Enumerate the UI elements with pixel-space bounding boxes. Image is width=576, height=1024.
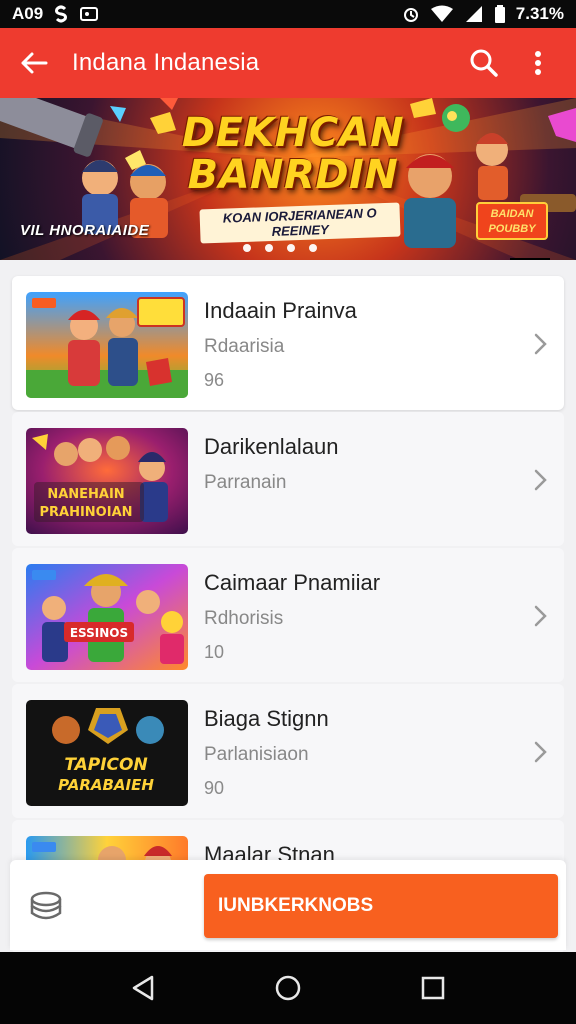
item-subtitle: Rdaarisia [204,336,285,357]
alarm-icon [402,5,420,23]
recents-square-icon[interactable] [413,968,453,1008]
battery-percent: 7.31% [515,4,564,23]
chevron-right-icon [530,468,550,492]
system-nav-bar [0,952,576,1024]
back-triangle-icon[interactable] [123,968,163,1008]
thumb-text-lower: PRAHINOIAN [39,505,132,520]
item-count: 90 [204,778,225,798]
search-icon[interactable] [462,41,506,85]
item-thumbnail [26,292,188,398]
item-title: Biaga Stignn [204,706,329,731]
banner-badge[interactable]: BAIDAN POUBBY [476,202,548,240]
chevron-right-icon [530,332,550,356]
item-count: 96 [204,370,225,390]
carousel-dot[interactable] [287,244,295,252]
status-bar: A09 7.31% [0,0,576,28]
item-thumbnail: ESSINOS [26,564,188,670]
carousel-dot[interactable] [265,244,273,252]
item-title: Caimaar Pnamiiar [204,570,381,595]
carousel-dots [0,244,568,252]
media-icon [79,5,99,23]
wifi-icon [430,5,454,23]
chevron-right-icon [530,604,550,628]
promo-banner[interactable]: DEKHCAN BANRDIN KOAN IORJERIANEAN O REEI… [0,98,576,260]
coins-icon[interactable] [28,888,64,924]
home-circle-icon[interactable] [268,968,308,1008]
carousel-dot[interactable] [309,244,317,252]
item-thumbnail: TAPICON PARABAIEH [26,700,188,806]
thumb-text-upper: NANEHAIN [47,487,124,502]
app-bar: Indana Indanesia [0,28,576,98]
banner-subtitle: KOAN IORJERIANEAN O REEINEY [199,202,401,244]
list-item[interactable]: TAPICON PARABAIEH Biaga Stignn Parlanisi… [12,684,564,818]
item-subtitle: Rdhorisis [204,608,284,629]
item-subtitle: Parlanisiaon [204,744,309,765]
bottom-action-panel: IUNBKERKNOBS [10,860,566,950]
item-count: 10 [204,642,225,662]
list-item[interactable]: NANEHAIN PRAHINOIAN Darikenlalaun Parran… [12,412,564,546]
item-title: Indaain Prainva [204,298,357,323]
more-vert-icon[interactable] [516,41,560,85]
primary-cta-button[interactable]: IUNBKERKNOBS [204,874,558,938]
signal-icon [464,5,484,23]
item-thumbnail: NANEHAIN PRAHINOIAN [26,428,188,534]
banner-title: DEKHCAN BANRDIN [181,110,405,198]
game-list: Indaain Prainva Rdaarisia 96 NANEHAIN PR… [12,276,564,956]
banner-left-label: VIL HNORAIAIDE [20,222,150,239]
list-item[interactable]: Indaain Prainva Rdaarisia 96 [12,276,564,410]
carousel-dot[interactable] [243,244,251,252]
back-arrow-icon[interactable] [16,45,52,81]
page-title: Indana Indanesia [72,49,260,76]
item-title: Darikenlalaun [204,434,339,459]
thumb-text: ESSINOS [70,626,128,640]
chevron-right-icon [530,740,550,764]
thumb-text-upper: TAPICON [64,755,147,775]
status-left-text: A09 [12,4,44,23]
list-item[interactable]: ESSINOS Caimaar Pnamiiar Rdhorisis 10 [12,548,564,682]
battery-icon [494,5,506,23]
item-subtitle: Parranain [204,472,287,493]
thumb-text-lower: PARABAIEH [58,776,154,794]
notification-s-icon [53,5,69,23]
